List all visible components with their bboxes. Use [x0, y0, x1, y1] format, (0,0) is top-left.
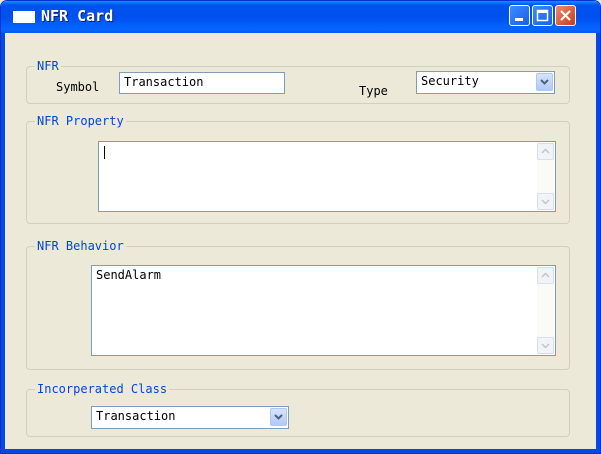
scroll-down-icon — [541, 199, 550, 205]
scroll-up-icon — [541, 148, 550, 154]
scroll-up-button[interactable] — [537, 267, 554, 284]
window-frame-left — [1, 33, 5, 453]
window-frame-right — [596, 33, 600, 453]
symbol-label: Symbol — [56, 80, 100, 94]
minimize-icon — [515, 18, 523, 21]
nfr-behavior-textarea[interactable]: SendAlarm — [91, 265, 556, 356]
chevron-down-icon — [274, 414, 283, 420]
close-icon — [560, 10, 571, 21]
symbol-value: Transaction — [124, 75, 204, 89]
window-title: NFR Card — [41, 7, 114, 25]
maximize-icon — [536, 9, 549, 22]
window-frame-bottom — [1, 449, 600, 453]
scroll-down-button[interactable] — [537, 337, 554, 354]
scroll-down-button[interactable] — [537, 193, 554, 210]
incorporated-class-dropdown[interactable]: Transaction — [91, 406, 289, 429]
nfr-group-label: NFR — [35, 59, 61, 73]
scroll-up-button[interactable] — [537, 143, 554, 160]
type-label: Type — [359, 84, 388, 98]
maximize-button[interactable] — [532, 5, 553, 26]
minimize-button[interactable] — [509, 5, 530, 26]
nfr-property-scrollbar[interactable] — [537, 143, 554, 210]
nfr-behavior-text: SendAlarm — [96, 268, 162, 282]
type-dropdown[interactable]: Security — [416, 71, 555, 94]
text-caret — [104, 146, 105, 159]
type-dropdown-button[interactable] — [536, 73, 553, 91]
nfr-behavior-label: NFR Behavior — [35, 239, 126, 253]
chevron-down-icon — [540, 79, 549, 85]
app-icon — [13, 11, 35, 23]
type-value: Security — [421, 74, 479, 88]
scroll-down-icon — [541, 343, 550, 349]
nfr-card-window: NFR Card NFR Symbol Transaction Type Sec… — [0, 0, 601, 454]
scroll-up-icon — [541, 272, 550, 278]
incorporated-class-dropdown-button[interactable] — [270, 408, 287, 426]
nfr-property-label: NFR Property — [35, 114, 126, 128]
incorporated-class-value: Transaction — [96, 409, 176, 423]
title-bar[interactable]: NFR Card — [1, 1, 600, 33]
incorporated-class-label: Incorperated Class — [35, 382, 170, 396]
nfr-behavior-scrollbar[interactable] — [537, 267, 554, 354]
nfr-property-textarea[interactable] — [98, 141, 556, 212]
symbol-input[interactable]: Transaction — [119, 72, 285, 94]
close-button[interactable] — [555, 5, 576, 26]
